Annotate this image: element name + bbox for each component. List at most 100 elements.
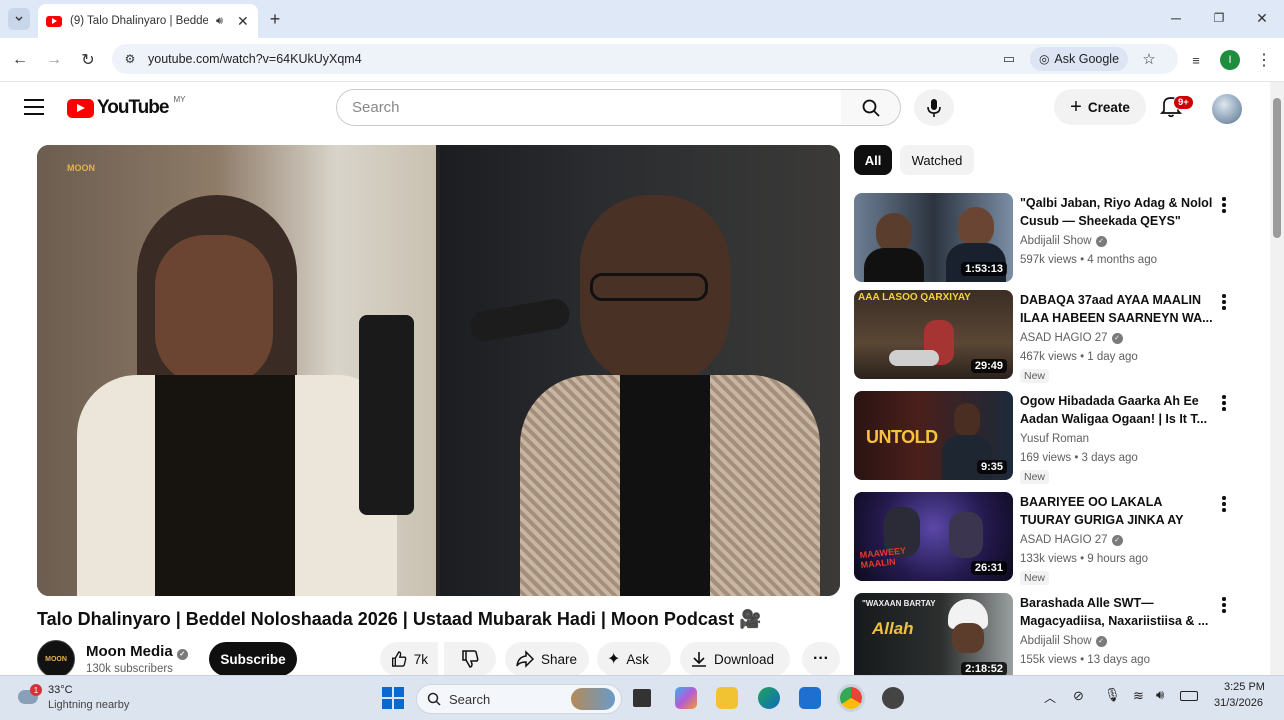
youtube-logo[interactable]: YouTube MY — [67, 94, 186, 119]
account-avatar[interactable] — [1212, 94, 1242, 124]
like-button[interactable]: 7k — [380, 642, 438, 676]
channel-name[interactable]: Yusuf Roman — [1020, 433, 1089, 445]
create-button[interactable]: + Create — [1054, 89, 1146, 125]
search-button[interactable] — [841, 89, 901, 126]
minimize-window-icon[interactable]: ─ — [1166, 8, 1186, 28]
video-frame-left-speaker — [37, 145, 436, 596]
close-window-icon[interactable]: ✕ — [1252, 8, 1272, 28]
bookmark-star-icon[interactable]: ☆ — [1140, 50, 1158, 68]
volume-icon[interactable]: 🔊︎ — [1156, 687, 1164, 703]
recommended-video[interactable]: 1:53:13 "Qalbi Jaban, Riyo Adag & Nolol … — [854, 193, 1254, 289]
ask-button[interactable]: ✦ Ask — [597, 642, 671, 676]
url-text[interactable]: youtube.com/watch?v=64KUkUyXqm4 — [148, 52, 362, 66]
channel-name[interactable]: Abdijalil Show ✓ — [1020, 235, 1107, 247]
video-title[interactable]: "Qalbi Jaban, Riyo Adag & Nolol Cusub — … — [1020, 194, 1214, 230]
audio-playing-icon[interactable]: 🔊︎ — [216, 15, 223, 28]
browser-menu-icon[interactable]: ⋮ — [1254, 50, 1274, 70]
recommended-video[interactable]: AAA LASOO QARXIYAY 29:49 DABAQA 37aad AY… — [854, 290, 1254, 386]
video-title[interactable]: Barashada Alle SWT— Magacyadiisa, Naxari… — [1020, 594, 1214, 630]
battery-icon[interactable] — [1180, 691, 1198, 701]
voice-search-button[interactable] — [914, 89, 954, 126]
video-thumbnail[interactable]: AAA LASOO QARXIYAY 29:49 — [854, 290, 1013, 379]
channel-name-text: Moon Media — [86, 643, 173, 660]
recommended-video[interactable]: MAAWEEY MAALIN 26:31 BAARIYEE OO LAKALA … — [854, 492, 1254, 588]
microphone-tray-icon[interactable]: 🎙︎ — [1104, 687, 1121, 703]
channel-name-text: Yusuf Roman — [1020, 433, 1090, 445]
microsoft-store-icon[interactable] — [799, 687, 821, 709]
chip-all[interactable]: All — [854, 145, 892, 175]
weather-alert-badge: 1 — [30, 684, 42, 696]
site-info-icon[interactable]: ⚙ — [122, 51, 138, 67]
reload-icon[interactable]: ↻ — [78, 50, 98, 70]
download-label: Download — [714, 651, 775, 667]
channel-name[interactable]: ASAD HAGIO 27 ✓ — [1020, 332, 1123, 344]
restore-window-icon[interactable]: ❐ — [1209, 8, 1229, 28]
video-thumbnail[interactable]: UNTOLD 9:35 — [854, 391, 1013, 480]
reading-list-icon[interactable]: ≡ — [1186, 50, 1206, 70]
network-offline-icon[interactable]: ⊘ — [1073, 688, 1084, 704]
show-hidden-icons-icon[interactable]: ︿ — [1044, 689, 1056, 706]
close-tab-icon[interactable]: ✕ — [237, 13, 249, 30]
windows-taskbar: 1 33°C Lightning nearby Search ︿ ⊘ 🎙︎ ≋ … — [0, 675, 1284, 720]
browser-tab[interactable]: (9) Talo Dhalinyaro | Beddel 🔊︎ ✕ — [38, 4, 258, 38]
channel-name[interactable]: Moon Media ✓ — [86, 643, 188, 660]
more-options-icon[interactable] — [1214, 494, 1234, 514]
search-input[interactable]: Search — [336, 89, 842, 126]
video-title[interactable]: BAARIYEE OO LAKALA TUURAY GURIGA JINKA A… — [1020, 493, 1214, 529]
subscribe-button[interactable]: Subscribe — [209, 642, 297, 676]
thumbnail-overlay-text: "WAXAAN BARTAY — [862, 599, 936, 608]
new-badge: New — [1020, 369, 1050, 383]
more-options-icon[interactable] — [1214, 292, 1234, 312]
share-button[interactable]: Share — [505, 642, 589, 676]
cast-icon[interactable]: ▭ — [1000, 50, 1018, 68]
video-title[interactable]: Ogow Hibadada Gaarka Ah Ee Aadan Waligaa… — [1020, 392, 1214, 428]
file-explorer-icon[interactable] — [716, 687, 738, 709]
profile-avatar[interactable]: I — [1220, 50, 1240, 70]
back-icon[interactable]: ← — [10, 50, 30, 70]
recommended-video[interactable]: "WAXAAN BARTAY Allah 2:18:52 Barashada A… — [854, 593, 1254, 675]
video-title: Talo Dhalinyaro | Beddel Noloshaada 2026… — [37, 609, 762, 629]
youtube-play-icon — [67, 98, 94, 118]
verified-badge-icon: ✓ — [1095, 635, 1107, 647]
channel-avatar[interactable]: MOON — [37, 640, 75, 678]
scrollbar-thumb[interactable] — [1273, 98, 1281, 238]
ask-google-button[interactable]: ◎ Ask Google — [1030, 47, 1128, 71]
app-icon[interactable] — [882, 687, 904, 709]
browser-tab-bar: (9) Talo Dhalinyaro | Beddel 🔊︎ ✕ + ─ ❐ … — [0, 0, 1284, 38]
video-thumbnail[interactable]: "WAXAAN BARTAY Allah 2:18:52 — [854, 593, 1013, 675]
windows-start-icon[interactable] — [382, 687, 404, 709]
task-view-icon[interactable] — [633, 689, 651, 707]
new-tab-button[interactable]: + — [264, 8, 286, 30]
taskbar-search[interactable]: Search — [416, 684, 622, 714]
edge-browser-icon[interactable] — [758, 687, 780, 709]
video-meta: 597k views • 4 months ago — [1020, 254, 1157, 266]
more-options-icon[interactable] — [1214, 595, 1234, 615]
more-options-icon[interactable] — [1214, 195, 1234, 215]
chip-watched[interactable]: Watched — [900, 145, 974, 175]
chrome-icon[interactable] — [840, 687, 862, 709]
video-thumbnail[interactable]: 1:53:13 — [854, 193, 1013, 282]
more-options-icon[interactable] — [1214, 393, 1234, 413]
search-icon — [862, 99, 880, 117]
dislike-button[interactable] — [444, 642, 496, 676]
video-player[interactable]: MOON — [37, 145, 840, 596]
clock-date[interactable]: 31/3/2026 — [1214, 697, 1263, 709]
clock-time[interactable]: 3:25 PM — [1224, 681, 1265, 693]
country-code: MY — [173, 94, 186, 104]
address-bar[interactable]: ⚙ youtube.com/watch?v=64KUkUyXqm4 ▭ ◎ As… — [112, 44, 1178, 74]
video-title[interactable]: DABAQA 37aad AYAA MAALIN ILAA HABEEN SAA… — [1020, 291, 1214, 327]
guide-menu-icon[interactable] — [24, 99, 44, 115]
tab-actions-icon[interactable] — [8, 8, 30, 30]
forward-icon[interactable]: → — [44, 50, 64, 70]
weather-widget[interactable]: 1 33°C Lightning nearby — [16, 682, 156, 716]
channel-name[interactable]: Abdijalil Show ✓ — [1020, 635, 1107, 647]
more-actions-button[interactable]: ··· — [802, 642, 840, 676]
copilot-icon[interactable] — [675, 687, 697, 709]
recommended-video[interactable]: UNTOLD 9:35 Ogow Hibadada Gaarka Ah Ee A… — [854, 391, 1254, 487]
channel-name[interactable]: ASAD HAGIO 27 ✓ — [1020, 534, 1123, 546]
video-thumbnail[interactable]: MAAWEEY MAALIN 26:31 — [854, 492, 1013, 581]
thumbs-up-icon — [391, 651, 407, 667]
channel-name-text: Abdijalil Show — [1020, 235, 1092, 247]
wifi-icon[interactable]: ≋ — [1133, 688, 1144, 704]
download-button[interactable]: Download — [680, 642, 790, 676]
